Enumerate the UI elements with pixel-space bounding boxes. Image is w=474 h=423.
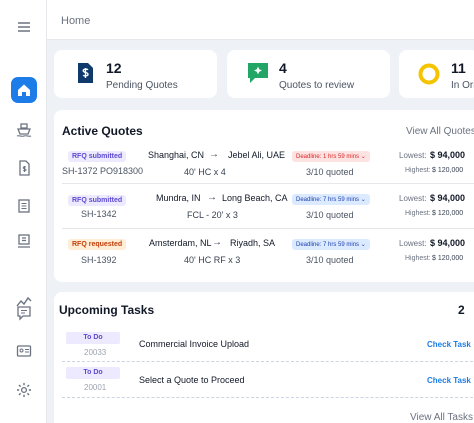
document-list-icon[interactable] [11, 193, 37, 219]
deadline-text: Deadline: 7 hrs 59 mins [296, 242, 360, 248]
task-status-badge: To Do [66, 332, 120, 344]
route-arrow-icon: → [209, 149, 219, 160]
highest-label: Highest: [405, 210, 431, 217]
stat-card-in-origin[interactable]: 11 In Orig [399, 50, 474, 98]
status-badge: RFQ submitted [68, 195, 127, 206]
destination-port: Long Beach, CA [222, 193, 288, 203]
breadcrumb[interactable]: Home [61, 15, 90, 27]
id-card-icon[interactable] [11, 338, 37, 364]
lowest-price: $ 94,000 [430, 238, 466, 248]
view-all-tasks-link[interactable]: View All Tasks [410, 412, 473, 423]
container-info: 40' HC x 4 [184, 167, 226, 177]
stat-value: 11 [451, 60, 466, 76]
highest-price: $ 120,000 [432, 255, 464, 262]
settings-gear-icon[interactable] [11, 377, 37, 403]
upcoming-tasks-card: Upcoming Tasks 2 To Do 20033 Commercial … [54, 292, 474, 423]
origin-port: Mundra, IN [156, 193, 201, 203]
quoted-count: 3/10 quoted [306, 255, 354, 265]
chevron-down-icon: ⌄ [360, 242, 366, 248]
quote-reference: SH-1372 PO918300 [62, 166, 144, 176]
status-badge: RFQ requested [68, 239, 127, 250]
tasks-count: 2 [458, 303, 465, 317]
lowest-label: Lowest: [399, 194, 427, 203]
check-task-link[interactable]: Check Task [427, 340, 471, 349]
destination-port: Jebel Ali, UAE [228, 150, 286, 160]
lowest-label: Lowest: [399, 239, 427, 248]
row-divider [62, 183, 474, 184]
home-icon[interactable] [11, 77, 37, 103]
quoted-count: 3/10 quoted [306, 210, 354, 220]
task-name[interactable]: Commercial Invoice Upload [139, 339, 249, 349]
stat-card-quotes-to-review[interactable]: 4 Quotes to review [227, 50, 390, 98]
highest-label: Highest: [405, 255, 431, 262]
lowest-price: $ 94,000 [430, 150, 466, 160]
quote-row[interactable]: RFQ requested SH-1392 Amsterdam, NL → Ri… [54, 234, 468, 278]
highest-label: Highest: [405, 167, 431, 174]
deadline-badge[interactable]: Deadline: 7 hrs 59 mins ⌄ [292, 194, 370, 205]
highest-price: $ 120,000 [432, 210, 464, 217]
task-name[interactable]: Select a Quote to Proceed [139, 375, 245, 385]
stat-label: Pending Quotes [106, 80, 178, 91]
task-id: 20001 [84, 383, 107, 392]
monitor-report-icon[interactable] [11, 228, 37, 254]
task-divider [62, 361, 474, 362]
lowest-price: $ 94,000 [430, 193, 466, 203]
route-arrow-icon: → [207, 192, 217, 203]
main-content: Home 12 Pending Quotes 4 Quotes to revie… [47, 0, 474, 423]
hamburger-menu-icon[interactable] [11, 14, 37, 40]
chevron-down-icon: ⌄ [360, 197, 366, 203]
origin-port: Shanghai, CN [148, 150, 205, 160]
check-task-link[interactable]: Check Task [427, 376, 471, 385]
row-divider [62, 228, 474, 229]
container-info: 40' HC RF x 3 [184, 255, 241, 265]
highest-price: $ 120,000 [432, 167, 464, 174]
quoted-count: 3/10 quoted [306, 167, 354, 177]
invoice-dollar-icon[interactable] [11, 155, 37, 181]
message-list-icon[interactable] [11, 300, 37, 326]
lowest-label: Lowest: [399, 151, 427, 160]
route-arrow-icon: → [212, 237, 222, 248]
active-quotes-title: Active Quotes [62, 124, 143, 138]
quote-reference: SH-1342 [81, 209, 117, 219]
view-all-quotes-link[interactable]: View All Quotes [406, 126, 474, 137]
ship-icon[interactable] [11, 116, 37, 142]
upcoming-tasks-title: Upcoming Tasks [59, 303, 155, 317]
origin-port: Amsterdam, NL [149, 238, 212, 248]
ring-icon [417, 62, 441, 91]
active-quotes-card: Active Quotes View All Quotes RFQ submit… [54, 110, 474, 282]
deadline-text: Deadline: 7 hrs 59 mins [296, 197, 360, 203]
destination-port: Riyadh, SA [230, 238, 276, 248]
stat-value: 4 [279, 60, 287, 76]
stat-label: In Orig [451, 80, 474, 91]
top-bar: Home [47, 0, 474, 40]
task-id: 20033 [84, 348, 107, 357]
sparkle-chat-icon [247, 62, 269, 89]
stat-label: Quotes to review [279, 80, 355, 91]
sidebar [0, 0, 47, 423]
container-info: FCL - 20' x 3 [187, 210, 238, 220]
quote-reference: SH-1392 [81, 255, 117, 265]
stat-value: 12 [106, 60, 122, 76]
deadline-badge[interactable]: Deadline: 7 hrs 59 mins ⌄ [292, 239, 370, 250]
status-badge: RFQ submitted [68, 151, 127, 162]
deadline-text: Deadline: 1 hrs 59 mins [296, 154, 360, 160]
task-divider [62, 397, 474, 398]
chevron-down-icon: ⌄ [360, 154, 366, 160]
stat-card-pending-quotes[interactable]: 12 Pending Quotes [54, 50, 217, 98]
dollar-document-icon [76, 62, 94, 89]
task-status-badge: To Do [66, 367, 120, 379]
deadline-badge[interactable]: Deadline: 1 hrs 59 mins ⌄ [292, 151, 370, 162]
